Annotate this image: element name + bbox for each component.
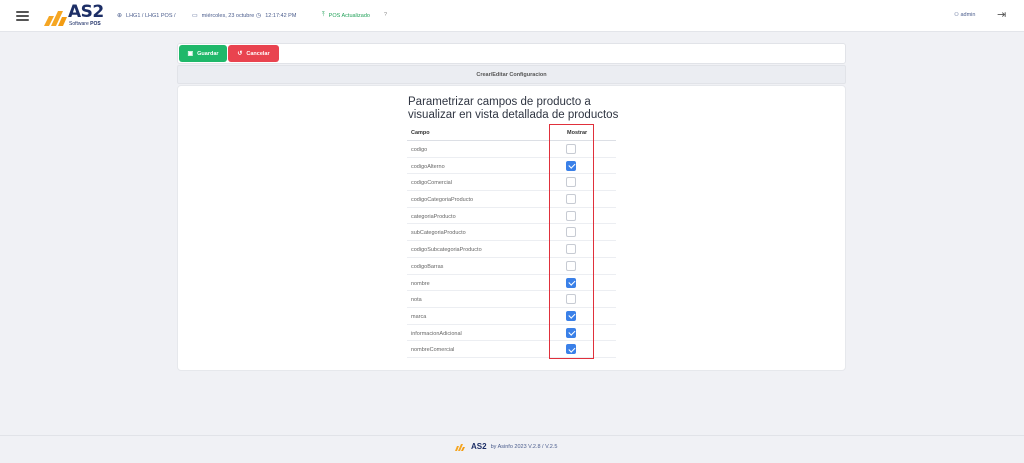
table-row: codigoAlterno: [407, 158, 616, 175]
field-name: codigoAlterno: [411, 163, 445, 170]
field-name: marca: [411, 313, 427, 320]
field-name: nombre: [411, 280, 430, 287]
save-button[interactable]: ▣ Guardar: [179, 45, 227, 62]
field-name: categoriaProducto: [411, 213, 456, 220]
mostrar-checkbox[interactable]: [566, 194, 576, 205]
table-row: nombreComercial: [407, 341, 616, 358]
location-text: LHG1 / LHG1 POS /: [126, 12, 176, 19]
mostrar-checkbox[interactable]: [566, 210, 576, 221]
field-name: codigoBarras: [411, 263, 444, 270]
fields-table-body: codigo codigoAlterno codigoComercial codigo…: [407, 141, 616, 358]
table-row: codigoBarras: [407, 258, 616, 275]
mostrar-checkbox[interactable]: [566, 144, 576, 154]
undo-icon: ↺: [237, 51, 243, 57]
field-name: codigoCategoriaProducto: [411, 197, 474, 204]
date-text: miércoles, 23 octubre: [201, 12, 255, 19]
table-row: codigoSubcategoriaProducto: [407, 241, 616, 258]
globe-icon: ⊕: [117, 13, 123, 19]
table-row: marca: [407, 308, 616, 325]
logo-text: AS2: [68, 2, 104, 22]
field-name: informacionAdicional: [411, 330, 462, 337]
logo-subtitle: Software POS: [69, 21, 101, 27]
table-row: informacionAdicional: [407, 325, 616, 342]
mostrar-checkbox[interactable]: [566, 310, 576, 321]
upload-icon: ⤒: [322, 12, 325, 18]
time-indicator: ◷ 12:17:42 PM: [256, 12, 297, 20]
card-title: Parametrizar campos de producto a visual…: [408, 96, 619, 121]
help-button[interactable]: ?: [384, 12, 387, 18]
section-header: Crear/Editar Configuracion: [177, 65, 846, 84]
table-row: nota: [407, 291, 616, 308]
field-name: codigo: [411, 147, 428, 153]
top-navbar: AS2 Software POS ⊕ LHG1 / LHG1 POS / ▭ m…: [0, 0, 1024, 32]
table-header: Campo Mostrar: [407, 125, 616, 141]
field-name: subCategoriaProducto: [411, 230, 466, 237]
table-row: codigoCategoriaProducto: [407, 191, 616, 208]
mostrar-checkbox[interactable]: [566, 277, 576, 288]
field-name: nota: [411, 297, 422, 304]
section-title: Crear/Editar Configuracion: [476, 71, 547, 78]
mostrar-checkbox[interactable]: [566, 294, 576, 305]
column-header-mostrar: Mostrar: [567, 130, 588, 136]
pos-status[interactable]: ⤒ POS Actualizado: [322, 12, 370, 19]
calendar-icon: ▭: [192, 13, 198, 19]
pos-status-text: POS Actualizado: [328, 12, 370, 19]
footer-credit: AS2 by Asinfo 2023 V.2.8 / V.2.5: [455, 442, 557, 451]
footer-credit-text: by Asinfo 2023 V.2.8 / V.2.5: [490, 443, 558, 450]
footer-logo-icon: [455, 444, 465, 451]
user-name: admin: [960, 12, 976, 18]
save-icon: ▣: [187, 51, 194, 57]
table-row: categoriaProducto: [407, 208, 616, 225]
mostrar-checkbox[interactable]: [566, 160, 576, 171]
logout-icon[interactable]: ⇥: [997, 8, 1006, 21]
footer-logo-text: AS2: [471, 442, 487, 451]
location-indicator[interactable]: ⊕ LHG1 / LHG1 POS /: [117, 12, 176, 20]
mostrar-checkbox[interactable]: [566, 227, 576, 238]
user-menu[interactable]: ⚇ admin: [954, 12, 975, 18]
cancel-button[interactable]: ↺ Cancelar: [228, 45, 279, 62]
column-header-campo: Campo: [411, 130, 430, 136]
time-text: 12:17:42 PM: [265, 12, 297, 19]
table-row: codigo: [407, 141, 616, 158]
field-name: nombreComercial: [411, 347, 455, 354]
mostrar-checkbox[interactable]: [566, 260, 576, 271]
mostrar-checkbox[interactable]: [566, 244, 576, 255]
mostrar-checkbox[interactable]: [566, 344, 576, 355]
mostrar-checkbox[interactable]: [566, 177, 576, 188]
table-row: codigoComercial: [407, 174, 616, 192]
table-row: nombre: [407, 275, 616, 292]
field-name: codigoSubcategoriaProducto: [411, 247, 482, 254]
mostrar-checkbox[interactable]: [566, 327, 576, 338]
clock-icon: ◷: [256, 13, 262, 19]
field-name: codigoComercial: [411, 180, 452, 187]
table-row: subCategoriaProducto: [407, 224, 616, 242]
date-indicator: ▭ miércoles, 23 octubre: [192, 12, 255, 20]
hamburger-icon[interactable]: [16, 11, 29, 21]
